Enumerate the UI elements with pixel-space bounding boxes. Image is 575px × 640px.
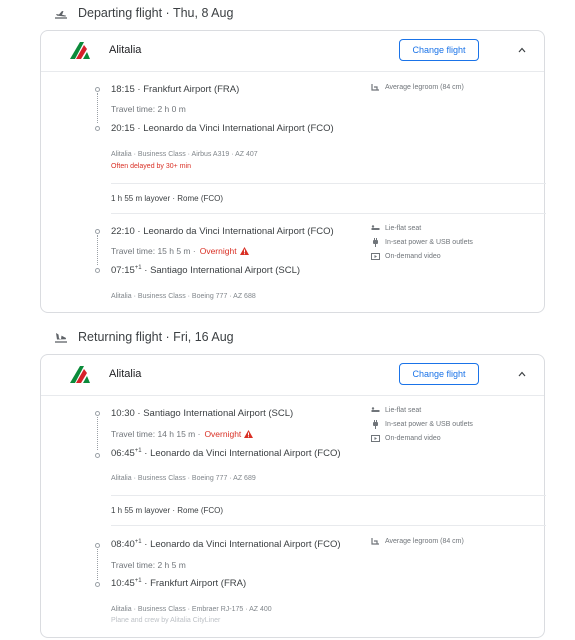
route-line xyxy=(97,417,98,450)
day-offset: +1 xyxy=(134,578,142,584)
amenity-label: On-demand video xyxy=(385,435,441,442)
arrival-dot xyxy=(95,268,100,273)
departure-dot xyxy=(95,229,100,234)
route-line xyxy=(97,93,98,123)
departing-header: Departing flight · Thu, 8 Aug xyxy=(54,6,233,20)
arrival-stop: 07:15+1 · Santiago International Airport… xyxy=(111,265,300,276)
video-icon xyxy=(371,253,380,260)
layover-info: 1 h 55 m layover · Rome (FCO) xyxy=(111,194,224,203)
lie-flat-seat-icon xyxy=(371,225,380,230)
travel-time: Travel time: 2 h 5 m xyxy=(111,560,186,570)
arrival-place: · Santiago International Airport (SCL) xyxy=(141,265,301,277)
alitalia-logo xyxy=(70,366,90,383)
flight-details: Alitalia · Business Class · Boeing 777 ·… xyxy=(111,293,256,300)
change-flight-button[interactable]: Change flight xyxy=(399,39,479,61)
legroom-icon xyxy=(371,84,379,91)
amenity-label: Lie-flat seat xyxy=(385,225,422,232)
delay-warning: Often delayed by 30+ min xyxy=(111,163,191,170)
departing-card: Alitalia Change flight 18:15 · Frankfurt… xyxy=(40,30,546,313)
amenity-label: Average legroom (84 cm) xyxy=(385,538,464,545)
departure-place: · Leonardo da Vinci International Airpor… xyxy=(141,539,341,551)
takeoff-icon xyxy=(55,11,67,19)
departing-card-header: Alitalia Change flight xyxy=(41,31,544,72)
amenity-legroom: Average legroom (84 cm) xyxy=(371,537,464,546)
arrival-place: · Frankfurt Airport (FRA) xyxy=(141,578,247,590)
amenity-power: In-seat power & USB outlets xyxy=(371,420,473,429)
departing-title: Departing flight · Thu, 8 Aug xyxy=(78,6,234,20)
arrival-place: · Leonardo da Vinci International Airpor… xyxy=(141,448,341,460)
alitalia-logo xyxy=(70,42,90,59)
warning-icon xyxy=(244,430,254,438)
travel-time-text: Travel time: 14 h 15 m · xyxy=(111,429,201,439)
lie-flat-seat-icon xyxy=(371,407,380,412)
amenity-label: Average legroom (84 cm) xyxy=(385,84,464,91)
amenity-label: On-demand video xyxy=(385,253,441,260)
arrival-stop: 06:45+1 · Leonardo da Vinci Internationa… xyxy=(111,448,341,459)
power-plug-icon xyxy=(373,238,378,247)
divider xyxy=(111,183,546,184)
amenity-power: In-seat power & USB outlets xyxy=(371,238,473,247)
arrival-stop: 20:15 · Leonardo da Vinci International … xyxy=(111,123,334,134)
departure-dot xyxy=(95,411,100,416)
day-offset: +1 xyxy=(134,265,142,271)
chevron-up-icon[interactable] xyxy=(518,46,526,54)
overnight-label: Overnight xyxy=(199,246,237,256)
amenity-lie-flat: Lie-flat seat xyxy=(371,406,421,415)
arrival-time: 07:15 xyxy=(111,265,135,277)
arrival-dot xyxy=(95,126,100,131)
travel-time: Travel time: 14 h 15 m · Overnight xyxy=(111,429,254,439)
arrival-time: 10:45 xyxy=(111,578,135,590)
legroom-icon xyxy=(371,538,379,545)
returning-header: Returning flight · Fri, 16 Aug xyxy=(54,330,234,344)
operated-by: Plane and crew by Alitalia CityLiner xyxy=(111,617,221,624)
warning-icon xyxy=(239,247,249,255)
divider xyxy=(111,213,546,214)
video-icon xyxy=(371,435,380,442)
day-offset: +1 xyxy=(134,539,142,545)
arrival-dot xyxy=(95,582,100,587)
amenity-label: In-seat power & USB outlets xyxy=(385,239,473,246)
landing-icon xyxy=(55,333,67,343)
departure-stop: 22:10 · Leonardo da Vinci International … xyxy=(111,226,334,237)
route-line xyxy=(97,549,98,580)
airline-name: Alitalia xyxy=(109,368,142,380)
travel-time-text: Travel time: 15 h 5 m · xyxy=(111,246,196,256)
layover-info: 1 h 55 m layover · Rome (FCO) xyxy=(111,506,224,515)
change-flight-button[interactable]: Change flight xyxy=(399,363,479,385)
overnight-label: Overnight xyxy=(204,429,242,439)
arrival-time: 06:45 xyxy=(111,448,135,460)
flight-details: Alitalia · Business Class · Boeing 777 ·… xyxy=(111,475,256,482)
power-plug-icon xyxy=(373,420,378,429)
departure-dot xyxy=(95,543,100,548)
amenity-video: On-demand video xyxy=(371,252,441,261)
amenity-lie-flat: Lie-flat seat xyxy=(371,224,421,233)
returning-card-header: Alitalia Change flight xyxy=(41,355,544,396)
travel-time: Travel time: 2 h 0 m xyxy=(111,104,186,114)
departure-dot xyxy=(95,87,100,92)
amenity-video: On-demand video xyxy=(371,434,441,443)
flight-details: Alitalia · Business Class · Airbus A319 … xyxy=(111,151,258,158)
flight-details: Alitalia · Business Class · Embraer RJ-1… xyxy=(111,606,272,613)
chevron-up-icon[interactable] xyxy=(518,370,526,378)
amenity-label: Lie-flat seat xyxy=(385,407,422,414)
day-offset: +1 xyxy=(134,448,142,454)
departure-stop: 18:15 · Frankfurt Airport (FRA) xyxy=(111,84,240,95)
amenity-legroom: Average legroom (84 cm) xyxy=(371,83,464,92)
divider xyxy=(111,525,546,526)
arrival-stop: 10:45+1 · Frankfurt Airport (FRA) xyxy=(111,578,246,589)
arrival-dot xyxy=(95,453,100,458)
amenity-label: In-seat power & USB outlets xyxy=(385,421,473,428)
returning-title: Returning flight · Fri, 16 Aug xyxy=(78,330,234,344)
returning-card: Alitalia Change flight 10:30 · Santiago … xyxy=(40,354,546,638)
departure-stop: 08:40+1 · Leonardo da Vinci Internationa… xyxy=(111,539,341,550)
travel-time: Travel time: 15 h 5 m · Overnight xyxy=(111,246,249,256)
route-line xyxy=(97,235,98,265)
departure-stop: 10:30 · Santiago International Airport (… xyxy=(111,408,294,419)
divider xyxy=(111,495,546,496)
departure-time: 08:40 xyxy=(111,539,135,551)
airline-name: Alitalia xyxy=(109,44,142,56)
